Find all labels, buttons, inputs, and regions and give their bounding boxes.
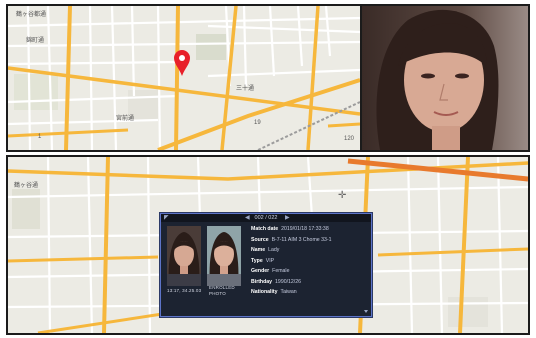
camera-feed[interactable] <box>360 4 530 152</box>
detail-key: Name <box>251 247 266 253</box>
detail-value: B-7-11 AIM 3 Chome 33-1 <box>271 236 332 243</box>
map-label: 鶴ヶ谷都通 <box>16 10 46 18</box>
detail-row-name: Name Lady <box>251 245 369 256</box>
detail-row-gender: Gender Female <box>251 266 369 277</box>
map-label: 錦町通 <box>26 36 44 44</box>
detail-row-source: Source B-7-11 AIM 3 Chome 33-1 <box>251 235 369 246</box>
match-details: Match date 2019/01/18 17:33:38 Source B-7-… <box>251 224 369 298</box>
detail-key: Gender <box>251 268 270 274</box>
snapshot-caption: 13:17, 34.25.03 <box>167 288 202 293</box>
detail-key: Type <box>251 257 263 264</box>
snapshot-face-image <box>167 226 201 286</box>
match-popup[interactable]: ◤ ◀ 002 / 022 ▶ 13:17, 34.25.03 ENROLLED… <box>160 213 372 317</box>
enrolled-caption-line2: PHOTO <box>209 291 226 296</box>
detail-row-match-date: Match date 2019/01/18 17:33:38 <box>251 224 369 235</box>
map-block <box>12 189 40 229</box>
detail-value: Taiwan <box>280 289 297 295</box>
map-label: 宮前通 <box>116 114 134 122</box>
minor-roads <box>8 6 360 150</box>
map-label: 120 <box>344 136 355 142</box>
top-map-panel[interactable]: 鶴ヶ谷都通 宮前通 錦町通 三十通 19 120 1 <box>6 4 362 152</box>
map-block <box>196 34 226 60</box>
camera-frame <box>362 6 528 150</box>
enrolled-face-image <box>207 226 241 286</box>
map-label: 19 <box>254 120 261 126</box>
previous-arrow-icon[interactable]: ◀ <box>245 214 250 222</box>
detail-key: Birthday <box>251 278 273 285</box>
collapse-icon[interactable]: ◤ <box>164 214 169 222</box>
detail-key: Nationality <box>251 289 278 295</box>
page-indicator: 002 / 022 <box>254 215 278 221</box>
scroll-down-icon[interactable] <box>364 310 368 313</box>
popup-header: ◤ ◀ 002 / 022 ▶ <box>161 214 371 222</box>
major-roads <box>8 6 360 150</box>
detail-row-birthday: Birthday 1990/12/26 <box>251 277 369 288</box>
bottom-map-panel[interactable]: 鶴ヶ谷通 ✛ ◤ ◀ 002 / 022 ▶ 13:17, 34.25.03 E… <box>6 155 530 335</box>
detail-row-nationality: Nationality Taiwan <box>251 287 369 298</box>
detail-key: Match date <box>251 226 279 232</box>
detail-value: 2019/01/18 17:33:38 <box>281 226 329 232</box>
next-arrow-icon[interactable]: ▶ <box>285 214 290 222</box>
map-label: 鶴ヶ谷通 <box>14 181 38 189</box>
map-label: 三十通 <box>236 84 254 92</box>
detail-row-type: Type VIP <box>251 256 369 267</box>
detail-value: 1990/12/26 <box>275 278 302 285</box>
map-block <box>448 297 488 327</box>
crosshair-icon: ✛ <box>338 190 347 201</box>
detail-value: Lady <box>268 247 280 253</box>
detail-value: VIP <box>265 257 275 264</box>
detail-key: Source <box>251 236 269 243</box>
enrolled-caption: ENROLLED PHOTO <box>209 285 235 297</box>
detail-value: Female <box>272 268 290 274</box>
top-map-canvas[interactable]: 鶴ヶ谷都通 宮前通 錦町通 三十通 19 120 1 <box>8 6 360 150</box>
